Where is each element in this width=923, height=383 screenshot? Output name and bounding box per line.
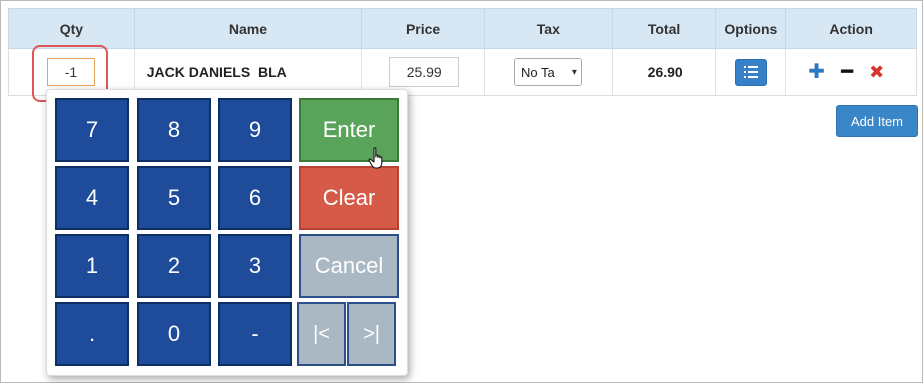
cursor-start-button[interactable]: |< — [297, 302, 346, 366]
key-6[interactable]: 6 — [218, 166, 292, 230]
add-item-button[interactable]: Add Item — [836, 105, 918, 137]
key-minus[interactable]: - — [218, 302, 292, 366]
price-input[interactable] — [389, 57, 460, 87]
table-header: Qty Name Price Tax Total Options Action — [8, 8, 917, 49]
key-decimal[interactable]: . — [55, 302, 129, 366]
key-9[interactable]: 9 — [218, 98, 292, 162]
list-icon — [744, 66, 759, 78]
key-8[interactable]: 8 — [137, 98, 211, 162]
key-4[interactable]: 4 — [55, 166, 129, 230]
key-3[interactable]: 3 — [218, 234, 292, 298]
cancel-button[interactable]: Cancel — [299, 234, 399, 298]
clear-button[interactable]: Clear — [299, 166, 399, 230]
close-icon[interactable]: ✖ — [869, 63, 884, 81]
pos-panel: Qty Name Price Tax Total Options Action … — [0, 0, 923, 383]
header-name: Name — [135, 9, 363, 48]
key-5[interactable]: 5 — [137, 166, 211, 230]
key-7[interactable]: 7 — [55, 98, 129, 162]
options-button[interactable] — [735, 58, 768, 86]
key-0[interactable]: 0 — [137, 302, 211, 366]
header-price: Price — [362, 9, 485, 48]
chevron-down-icon: ▾ — [571, 66, 577, 78]
tax-select-value: No Ta — [520, 64, 555, 80]
header-qty: Qty — [9, 9, 135, 48]
cursor-end-button[interactable]: >| — [347, 302, 396, 366]
numeric-keypad: 7 8 9 Enter 4 5 6 Clear 1 2 3 Cancel . 0… — [46, 89, 408, 376]
total-value: 26.90 — [647, 64, 683, 80]
key-1[interactable]: 1 — [55, 234, 129, 298]
qty-input[interactable] — [47, 58, 95, 86]
item-name: JACK DANIELS BLA — [146, 64, 287, 80]
tax-select[interactable]: No Ta ▾ — [513, 58, 582, 86]
header-total: Total — [613, 9, 717, 48]
plus-icon[interactable]: ✚ — [808, 62, 825, 82]
header-options: Options — [716, 9, 787, 48]
header-tax: Tax — [485, 9, 613, 48]
header-action: Action — [829, 20, 873, 37]
minus-icon[interactable]: ━ — [841, 62, 853, 82]
key-2[interactable]: 2 — [137, 234, 211, 298]
hand-pointer-icon — [368, 147, 383, 169]
